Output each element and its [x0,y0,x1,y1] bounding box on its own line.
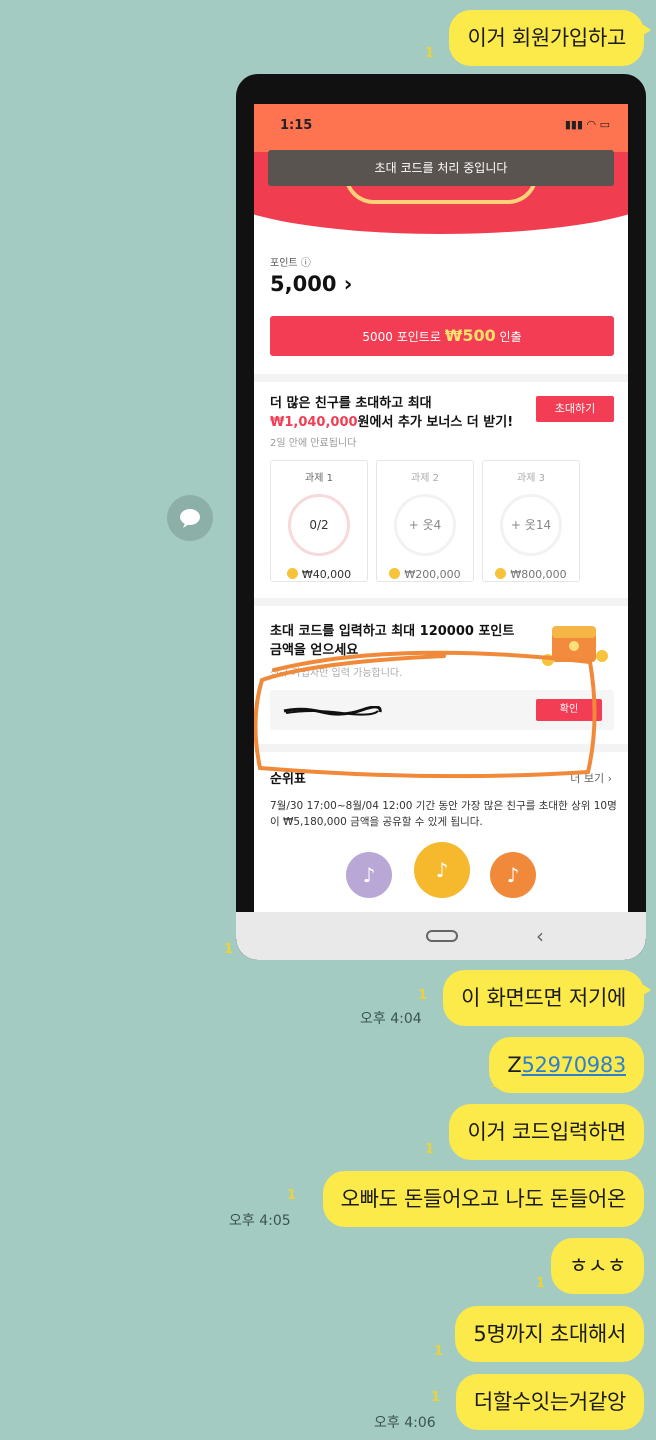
task-name: 과제 3 [517,473,545,484]
more-link[interactable]: 더 보기 › [570,770,612,786]
task-progress: + 옷4 [394,494,456,556]
android-nav-bar: ‹ [236,912,646,960]
expire-text: 2일 안에 만료됩니다 [270,438,357,449]
bronze-medal-icon: ♪ [490,852,536,898]
message-bubble[interactable]: 5명까지 초대해서 [455,1306,644,1362]
scribbled-out-text-icon [283,706,382,716]
leaderboard-description: 7월/30 17:00~8월/04 12:00 기간 동안 가장 많은 친구를 … [270,800,617,828]
toast-message: 초대 코드를 처리 중입니다 [268,150,614,186]
coin-icon [286,568,298,579]
gold-medal-icon: ♪ [414,842,470,898]
section-divider [254,374,628,382]
invite-title: 더 많은 친구를 초대하고 최대 ₩1,040,000원에서 추가 보너스 더 … [270,394,513,432]
unread-count: 1 [287,1188,297,1203]
task-name: 과제 1 [305,473,333,484]
silver-medal-icon: ♪ [346,852,392,898]
unread-count: 1 [431,1390,441,1405]
task-reward: ₩40,000 [271,568,367,581]
status-bar: 1:15 ▮▮▮ ◠ ▭ [254,104,628,152]
task-reward-value: ₩40,000 [301,568,352,581]
invite-amount: ₩1,040,000 [270,415,358,430]
invite-title-line1: 더 많은 친구를 초대하고 최대 [270,396,432,411]
withdraw-suffix: 인출 [495,330,522,344]
coin-icon [495,568,507,579]
home-button-icon[interactable] [426,930,458,942]
status-time: 1:15 [280,118,313,133]
shared-screenshot-image[interactable]: 1:15 ▮▮▮ ◠ ▭ 초대 코드를 처리 중입니다 포인트 ⓘ 5,000 … [236,74,646,960]
unread-count: 1 [434,1344,444,1359]
message-time: 오후 4:06 [374,1415,436,1431]
unread-count: 1 [536,1276,546,1291]
message-bubble[interactable]: ㅎㅅㅎ [550,1238,644,1294]
message-bubble[interactable]: Z52970983 [489,1037,644,1093]
status-icons: ▮▮▮ ◠ ▭ [564,118,610,131]
task-name: 과제 2 [411,473,439,484]
share-chat-icon[interactable] [167,495,213,541]
unread-count: 1 [418,988,428,1003]
message-bubble[interactable]: 이거 회원가입하고 [449,10,651,66]
app-screen: 1:15 ▮▮▮ ◠ ▭ 초대 코드를 처리 중입니다 포인트 ⓘ 5,000 … [254,104,628,912]
points-label: 포인트 ⓘ [270,258,311,269]
invite-button[interactable]: 초대하기 [536,396,614,422]
task-reward-value: ₩200,000 [404,568,461,581]
message-bubble[interactable]: 더할수잇는거같앙 [455,1374,644,1430]
message-time: 오후 4:04 [360,1011,422,1027]
treasure-chest-icon [538,616,612,674]
task-reward-value: ₩800,000 [510,568,567,581]
withdraw-prefix: 5000 포인트로 [362,330,445,344]
unread-count: 1 [425,1142,435,1157]
task-progress: + 옷14 [500,494,562,556]
task-reward: ₩200,000 [377,568,473,581]
task-card[interactable]: 과제 3 + 옷14 ₩800,000 [482,460,580,582]
back-chevron-icon[interactable]: ‹ [536,924,544,948]
coin-icon [389,568,401,579]
confirm-button[interactable]: 확인 [536,699,602,721]
leaderboard-title: 순위표 [270,772,306,787]
message-bubble[interactable]: 이 화면뜨면 저기에 [443,970,651,1026]
section-divider [254,598,628,606]
message-bubble[interactable]: 이거 코드입력하면 [449,1104,644,1160]
code-subtitle: 신규 가입자만 입력 가능합니다. [270,668,403,679]
message-time: 오후 4:05 [229,1213,291,1229]
unread-count: 1 [224,942,234,957]
withdraw-amount: ₩500 [444,326,496,345]
invite-code-input[interactable]: 확인 [270,690,614,730]
points-value[interactable]: 5,000 › [270,272,352,296]
task-reward: ₩800,000 [483,568,579,581]
task-card[interactable]: 과제 1 0/2 ₩40,000 [270,460,368,582]
invite-title-line2: 원에서 추가 보너스 더 받기! [357,415,514,430]
phone-number-link[interactable]: 52970983 [522,1053,627,1077]
task-card[interactable]: 과제 2 + 옷4 ₩200,000 [376,460,474,582]
code-prefix: Z [507,1053,522,1077]
task-progress: 0/2 [288,494,350,556]
code-title: 초대 코드를 입력하고 최대 120000 포인트 금액을 얻으세요 [270,624,515,658]
section-divider [254,744,628,752]
message-bubble[interactable]: 오빠도 돈들어오고 나도 돈들어온 [322,1171,644,1227]
withdraw-button[interactable]: 5000 포인트로 ₩500 인출 [270,316,614,356]
unread-count: 1 [425,46,435,61]
